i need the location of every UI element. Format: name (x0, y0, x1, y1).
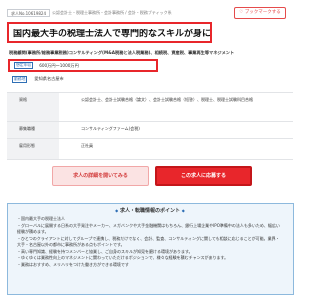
job-subtitle: 税務顧問(事務所/総務事業税務)コンサルティング(M&A税務と法人税業務)、相続… (9, 50, 235, 55)
view-details-button[interactable]: 求人の詳細を開いてみる (52, 166, 149, 186)
job-title: 国内最大手の税理士法人で専門的なスキルが身に付きます (13, 29, 210, 39)
points-title: ◆ 求人・転職情報のポイント ◆ (17, 207, 283, 214)
points-line: ・ひとつのクライアントに対してグループで連携し、税務だけでなく、会計、監査、コン… (17, 235, 280, 248)
apply-button[interactable]: この求人に応募する (155, 166, 252, 186)
table-head-cell: 募集職種 (7, 122, 59, 138)
points-title-text: 求人・転職情報のポイント (119, 208, 180, 214)
table-value-cell: 公認会計士、会計士試験合格（論文）、会計士試験合格（短答）、税理士、税理士試験科… (81, 97, 253, 102)
location-badge: 勤務地 (12, 76, 28, 83)
table-head-cell: 資格 (7, 93, 59, 121)
job-title-box: 国内最大手の税理士法人で専門的なスキルが身に付きます (7, 22, 212, 43)
job-detail-page: 求人No.10619824 公認会計士・税理士事務所・会計事務所 / 会計・税務… (0, 0, 300, 298)
location-value: 愛知県名古屋市 (34, 76, 64, 82)
table-row: 資格 公認会計士、会計士試験合格（論文）、会計士試験合格（短答）、税理士、税理士… (7, 93, 293, 122)
salary-badge: 想定年収 (14, 62, 34, 69)
points-line: ・業務はおすすめ、メリハリをつけた働き方ができる環境です (17, 261, 129, 267)
bookmark-button[interactable]: ♡ ブックマークする (234, 7, 286, 19)
info-table: 資格 公認会計士、会計士試験合格（論文）、会計士試験合格（短答）、税理士、税理士… (7, 92, 293, 160)
table-head-cell: 雇用形態 (7, 139, 59, 159)
job-id-tag: 求人No.10619824 (7, 9, 50, 17)
diamond-icon: ◆ (181, 208, 185, 213)
diamond-icon: ◆ (115, 208, 119, 213)
points-section: ◆ 求人・転職情報のポイント ◆ ・国内最大手の税理士法人 ・グローバルに展開す… (7, 203, 294, 295)
points-body: ・国内最大手の税理士法人 ・グローバルに展開する日系の大手発注やメーカー、メガバ… (17, 216, 283, 268)
salary-value: 600万円～1000万円 (39, 62, 79, 68)
points-line: ・グローバルに展開する日系の大手発注やメーカー、メガバンクや大手金融機関はもちろ… (17, 222, 280, 235)
table-row: 募集職種 コンサルティングファーム(会税) (7, 122, 293, 139)
breadcrumb[interactable]: 公認会計士・税理士事務所・会計事務所 / 会計・税務ブティック系 (52, 10, 172, 16)
salary-row: 想定年収 600万円～1000万円 (8, 59, 158, 72)
table-row: 雇用形態 正社員 (7, 139, 293, 159)
table-value-cell: コンサルティングファーム(会税) (81, 126, 140, 131)
table-value-cell: 正社員 (81, 143, 93, 148)
location-row: 勤務地 愛知県名古屋市 (12, 76, 64, 83)
